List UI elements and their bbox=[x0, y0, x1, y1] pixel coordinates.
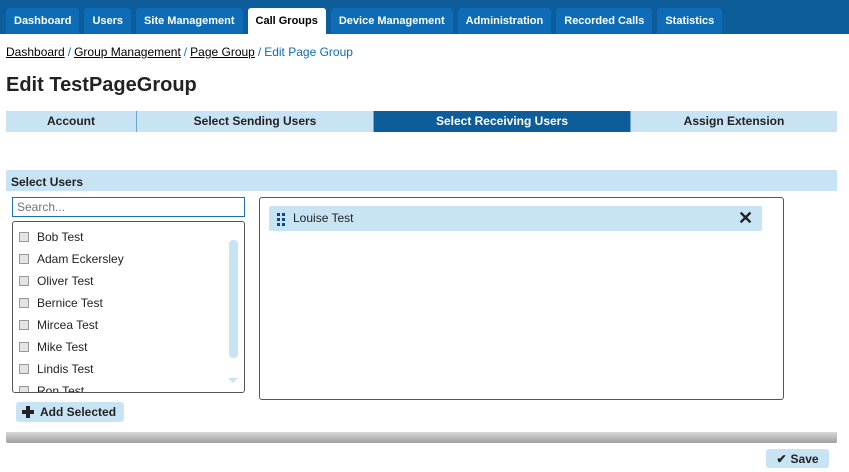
user-name: Ron Test bbox=[37, 384, 85, 393]
breadcrumb-current: Edit Page Group bbox=[264, 45, 353, 59]
tab-recorded-calls[interactable]: Recorded Calls bbox=[556, 8, 653, 34]
checkbox[interactable] bbox=[19, 232, 29, 242]
plus-icon bbox=[22, 406, 34, 418]
checkbox[interactable] bbox=[19, 342, 29, 352]
remove-icon[interactable]: ✕ bbox=[738, 209, 753, 227]
user-name: Mike Test bbox=[37, 340, 88, 354]
step-assign-extension[interactable]: Assign Extension bbox=[631, 111, 837, 132]
step-select-sending-users[interactable]: Select Sending Users bbox=[137, 111, 374, 132]
check-icon: ✔ bbox=[776, 451, 787, 466]
checkbox[interactable] bbox=[19, 320, 29, 330]
selected-users-list[interactable]: Louise Test ✕ bbox=[259, 197, 784, 400]
checkbox[interactable] bbox=[19, 276, 29, 286]
list-item[interactable]: Lindis Test bbox=[19, 360, 93, 378]
list-item[interactable]: Mircea Test bbox=[19, 316, 98, 334]
panel-body: Bob Test Adam Eckersley Oliver Test Bern… bbox=[6, 191, 837, 434]
breadcrumb-dashboard[interactable]: Dashboard bbox=[6, 45, 65, 59]
search-input[interactable] bbox=[12, 197, 245, 217]
user-name: Bernice Test bbox=[37, 296, 103, 310]
breadcrumb-page-group[interactable]: Page Group bbox=[190, 45, 255, 59]
page-title: Edit TestPageGroup bbox=[6, 74, 197, 96]
available-users-list[interactable]: Bob Test Adam Eckersley Oliver Test Bern… bbox=[12, 221, 245, 393]
list-item[interactable]: Bernice Test bbox=[19, 294, 103, 312]
user-name: Lindis Test bbox=[37, 362, 94, 376]
list-item[interactable]: Oliver Test bbox=[19, 272, 93, 290]
list-item[interactable]: Adam Eckersley bbox=[19, 250, 124, 268]
step-select-receiving-users[interactable]: Select Receiving Users bbox=[374, 111, 631, 132]
list-item[interactable]: Mike Test bbox=[19, 338, 87, 356]
checkbox[interactable] bbox=[19, 386, 29, 392]
user-name: Mircea Test bbox=[37, 318, 99, 332]
save-button[interactable]: ✔ Save bbox=[766, 449, 829, 468]
selected-user-item[interactable]: Louise Test ✕ bbox=[269, 206, 762, 231]
list-item[interactable]: Ron Test bbox=[19, 382, 85, 393]
tab-dashboard[interactable]: Dashboard bbox=[6, 8, 80, 34]
breadcrumb: Dashboard / Group Management / Page Group / Ed… bbox=[6, 45, 353, 59]
tab-administration[interactable]: Administration bbox=[457, 8, 552, 34]
scroll-down-arrow-icon[interactable] bbox=[228, 378, 238, 383]
tab-site-management[interactable]: Site Management bbox=[136, 8, 243, 34]
tab-users[interactable]: Users bbox=[84, 8, 132, 34]
tab-device-management[interactable]: Device Management bbox=[330, 8, 453, 34]
panel-footer bbox=[6, 432, 837, 443]
content-edge bbox=[0, 34, 849, 38]
panel-title: Select Users bbox=[11, 175, 84, 189]
user-name: Bob Test bbox=[37, 230, 84, 244]
add-selected-button[interactable]: Add Selected bbox=[16, 402, 125, 422]
breadcrumb-separator: / bbox=[183, 45, 188, 59]
checkbox[interactable] bbox=[19, 364, 29, 374]
list-scrollbar[interactable] bbox=[229, 240, 238, 358]
step-account[interactable]: Account bbox=[6, 111, 137, 132]
checkbox[interactable] bbox=[19, 254, 29, 264]
breadcrumb-separator: / bbox=[67, 45, 72, 59]
list-item[interactable]: Bob Test bbox=[19, 228, 83, 246]
top-nav-bar: Dashboard Users Site Management Call Gro… bbox=[0, 0, 849, 38]
user-name: Adam Eckersley bbox=[37, 252, 124, 266]
breadcrumb-separator: / bbox=[257, 45, 262, 59]
save-label: Save bbox=[790, 451, 819, 466]
add-selected-label: Add Selected bbox=[40, 405, 117, 419]
breadcrumb-group-management[interactable]: Group Management bbox=[74, 45, 181, 59]
drag-handle-icon[interactable] bbox=[277, 213, 285, 227]
wizard-steps: Account Select Sending Users Select Rece… bbox=[6, 111, 837, 132]
selected-user-name: Louise Test bbox=[293, 211, 354, 225]
tab-statistics[interactable]: Statistics bbox=[657, 8, 723, 34]
select-users-panel: Select Users Bob Test Adam Eckersley Oli… bbox=[6, 170, 837, 443]
user-name: Oliver Test bbox=[37, 274, 94, 288]
checkbox[interactable] bbox=[19, 298, 29, 308]
